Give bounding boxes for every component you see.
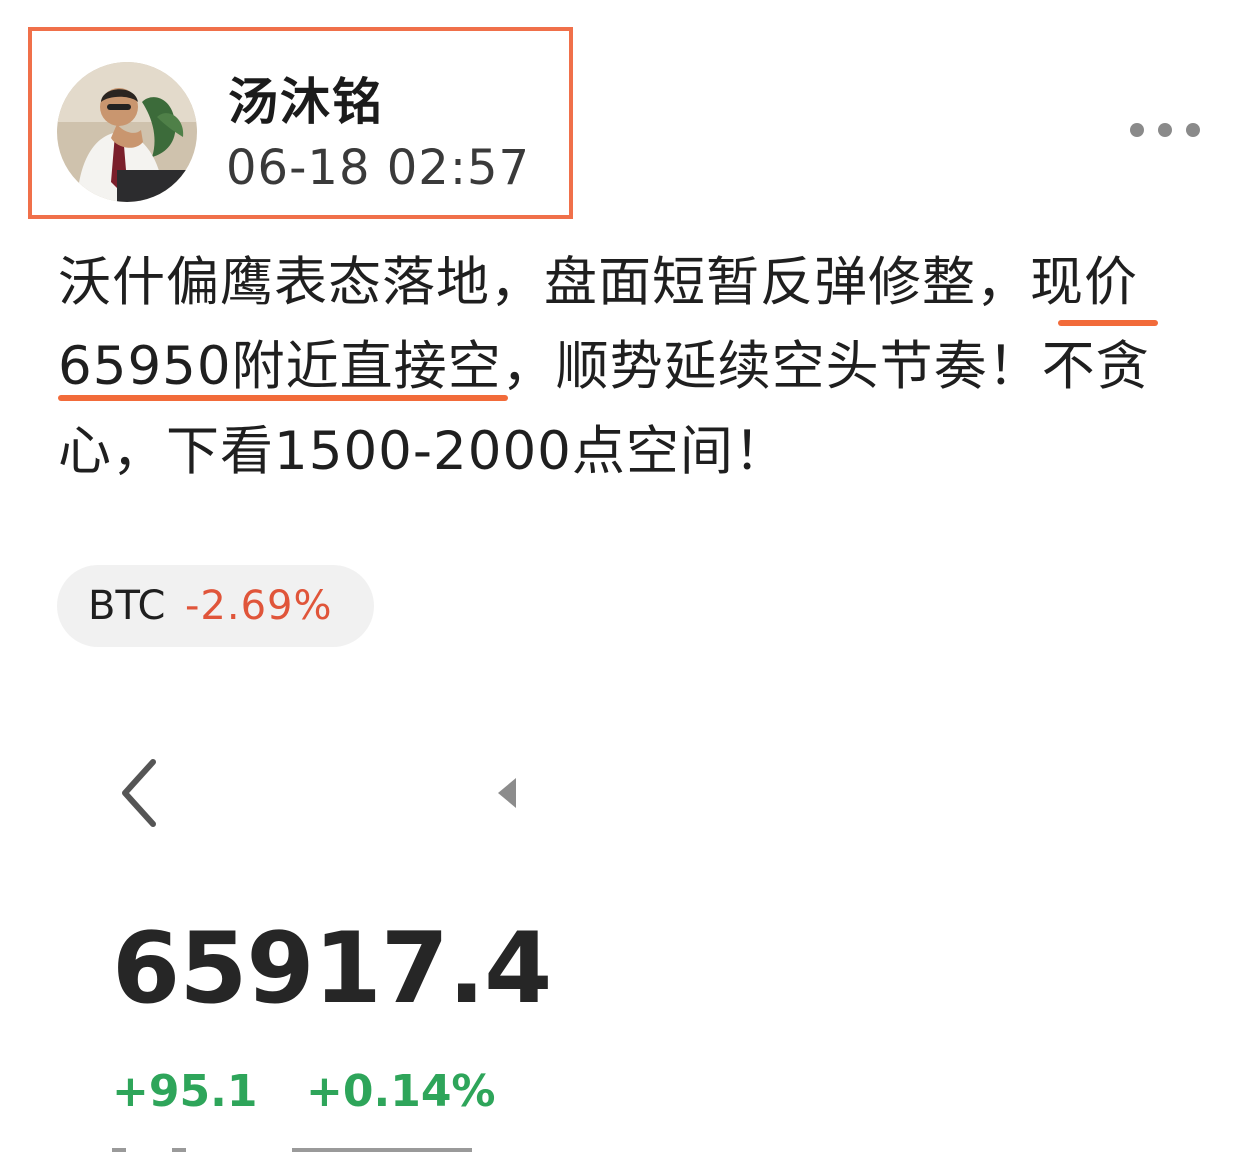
avatar-image	[57, 62, 197, 202]
cropped-glyph	[172, 1148, 186, 1169]
highlight-underline	[1058, 320, 1158, 326]
author-name[interactable]: 汤沐铭	[228, 62, 384, 134]
highlight-underline	[58, 395, 508, 401]
price-change-percent: +0.14%	[306, 1066, 496, 1117]
price-change-absolute: +95.1	[112, 1066, 258, 1117]
triangle-left-icon[interactable]	[496, 776, 518, 810]
cropped-glyph	[112, 1148, 126, 1169]
cropped-row	[112, 1148, 482, 1169]
post-time: 06-18 02:57	[226, 140, 531, 196]
post-text-line: 65950附近直接空，顺势延续空头节奏！不贪	[58, 336, 1150, 397]
post-text-line: 沃什偏鹰表态落地，盘面短暂反弹修整，现价	[58, 252, 1138, 313]
post-text-line: 心，下看1500-2000点空间！	[58, 421, 788, 482]
ticker-change: -2.69%	[185, 583, 333, 629]
avatar[interactable]	[57, 62, 197, 202]
ticker-symbol: BTC	[88, 583, 166, 629]
chevron-left-icon[interactable]	[115, 758, 165, 828]
more-horizontal-icon[interactable]	[1130, 121, 1200, 139]
cropped-glyph	[292, 1148, 472, 1169]
current-price: 65917.4	[112, 912, 552, 1026]
